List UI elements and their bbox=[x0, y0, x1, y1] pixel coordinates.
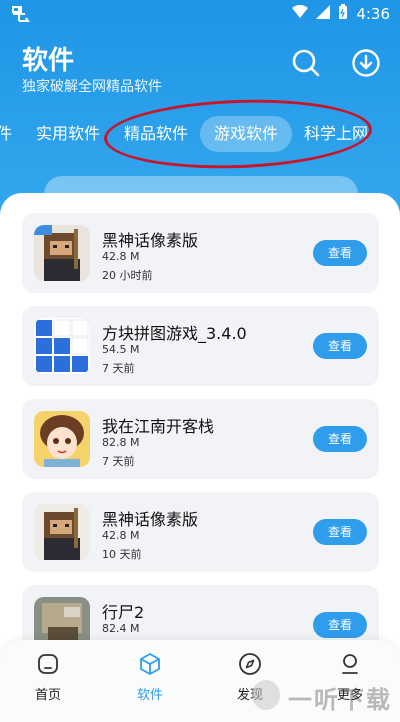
app-time: 20 小时前 bbox=[102, 269, 153, 282]
app-icon-inn bbox=[34, 411, 90, 467]
app-name: 方块拼图游戏_3.4.0 bbox=[102, 324, 247, 343]
watermark-logo bbox=[252, 680, 280, 710]
app-notification-icon bbox=[10, 4, 32, 24]
download-icon bbox=[352, 49, 380, 77]
battery-icon bbox=[338, 4, 348, 24]
app-name: 黑神话像素版 bbox=[102, 510, 199, 529]
app-icon-wukong bbox=[34, 225, 90, 281]
list-item[interactable]: 我在江南开客栈 82.8 M 7 天前 查看 bbox=[22, 399, 379, 479]
nav-home[interactable]: 首页 bbox=[18, 652, 78, 703]
list-item[interactable]: 黑神话像素版 42.8 M 20 小时前 查看 bbox=[22, 213, 379, 293]
app-name: 行尸2 bbox=[102, 603, 145, 622]
app-icon-wukong bbox=[34, 504, 90, 560]
nav-label-home: 首页 bbox=[34, 688, 61, 703]
view-button[interactable]: 查看 bbox=[313, 333, 367, 359]
status-time: 4:36 bbox=[356, 5, 390, 23]
cube-icon bbox=[140, 653, 160, 675]
signal-icon bbox=[316, 5, 331, 23]
view-button[interactable]: 查看 bbox=[313, 519, 367, 545]
nav-label-software: 软件 bbox=[136, 688, 163, 703]
list-item[interactable]: 方块拼图游戏_3.4.0 54.5 M 7 天前 查看 bbox=[22, 306, 379, 386]
app-size: 54.5 M bbox=[102, 343, 140, 356]
download-button[interactable] bbox=[351, 48, 381, 78]
app-time: 7 天前 bbox=[102, 362, 135, 375]
view-button[interactable]: 查看 bbox=[313, 240, 367, 266]
view-button[interactable]: 查看 bbox=[313, 612, 367, 638]
search-button[interactable] bbox=[291, 48, 321, 78]
wifi-icon bbox=[292, 4, 309, 23]
home-icon bbox=[38, 654, 58, 674]
app-size: 82.8 M bbox=[102, 436, 140, 449]
search-icon bbox=[292, 49, 320, 77]
app-size: 82.4 M bbox=[102, 622, 140, 635]
app-size: 42.8 M bbox=[102, 529, 140, 542]
tab-previous[interactable]: 件 bbox=[0, 116, 12, 152]
app-icon-block-puzzle bbox=[34, 318, 90, 374]
app-time: 10 天前 bbox=[102, 548, 142, 561]
page-subtitle: 独家破解全网精品软件 bbox=[22, 79, 162, 95]
nav-software[interactable]: 软件 bbox=[120, 652, 180, 703]
app-size: 42.8 M bbox=[102, 250, 140, 263]
user-icon bbox=[342, 654, 358, 674]
status-bar: 4:36 bbox=[0, 0, 400, 28]
view-button[interactable]: 查看 bbox=[313, 426, 367, 452]
app-time: 7 天前 bbox=[102, 455, 135, 468]
app-name: 我在江南开客栈 bbox=[102, 417, 215, 436]
compass-icon bbox=[239, 653, 261, 675]
watermark: 一听下载 bbox=[288, 686, 392, 714]
app-name: 黑神话像素版 bbox=[102, 231, 199, 250]
tab-utility[interactable]: 实用软件 bbox=[36, 116, 100, 152]
page-title: 软件 bbox=[22, 46, 75, 76]
list-item[interactable]: 黑神话像素版 42.8 M 10 天前 查看 bbox=[22, 492, 379, 572]
